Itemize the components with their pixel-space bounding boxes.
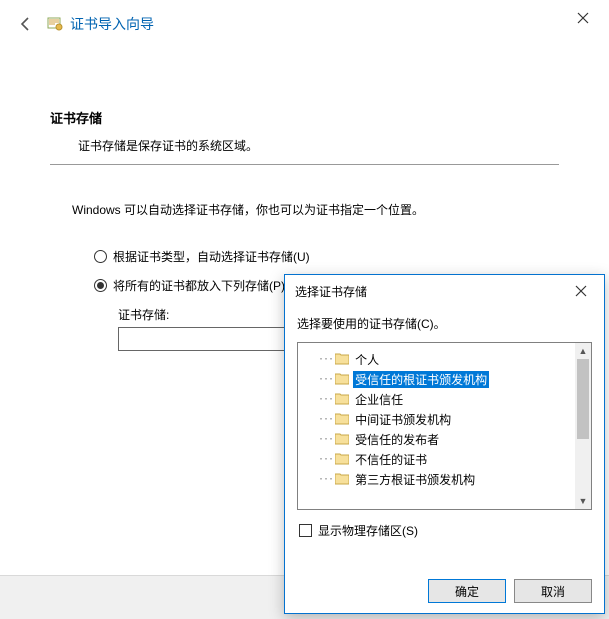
checkbox-icon — [299, 524, 312, 537]
tree-item[interactable]: ··· 受信任的根证书颁发机构 — [304, 369, 591, 389]
tree-item[interactable]: ··· 不信任的证书 — [304, 449, 591, 469]
tree-connector-icon: ··· — [318, 374, 333, 385]
tree-item[interactable]: ··· 受信任的发布者 — [304, 429, 591, 449]
tree-connector-icon: ··· — [318, 414, 333, 425]
instruction-text: Windows 可以自动选择证书存储，你也可以为证书指定一个位置。 — [72, 201, 559, 218]
folder-icon — [335, 393, 349, 405]
folder-icon — [335, 433, 349, 445]
tree-item[interactable]: ··· 个人 — [304, 349, 591, 369]
dialog-title: 选择证书存储 — [285, 275, 604, 307]
section-subtitle: 证书存储是保存证书的系统区域。 — [78, 137, 559, 154]
scroll-up-icon[interactable]: ▲ — [575, 343, 591, 359]
tree-connector-icon: ··· — [318, 474, 333, 485]
tree-item-label: 中间证书颁发机构 — [353, 411, 453, 428]
wizard-title: 证书导入向导 — [70, 14, 154, 34]
tree-item-label: 受信任的发布者 — [353, 431, 441, 448]
tree-connector-icon: ··· — [318, 454, 333, 465]
store-tree[interactable]: ···个人···受信任的根证书颁发机构···企业信任···中间证书颁发机构···… — [297, 342, 592, 510]
tree-item[interactable]: ··· 企业信任 — [304, 389, 591, 409]
certificate-icon — [46, 15, 64, 33]
radio-icon — [94, 279, 107, 292]
wizard-close-button[interactable] — [567, 6, 599, 30]
tree-item-label: 第三方根证书颁发机构 — [353, 471, 477, 488]
tree-item[interactable]: ··· 中间证书颁发机构 — [304, 409, 591, 429]
tree-connector-icon: ··· — [318, 354, 333, 365]
checkbox-label: 显示物理存储区(S) — [318, 522, 418, 539]
tree-connector-icon: ··· — [318, 434, 333, 445]
ok-button[interactable]: 确定 — [428, 579, 506, 603]
section-title: 证书存储 — [50, 108, 559, 127]
tree-item-label: 不信任的证书 — [353, 451, 429, 468]
radio-icon — [94, 250, 107, 263]
tree-connector-icon: ··· — [318, 394, 333, 405]
tree-item-label: 个人 — [353, 351, 381, 368]
folder-icon — [335, 353, 349, 365]
dialog-footer: 确定 取消 — [285, 569, 604, 613]
wizard-header: 证书导入向导 — [0, 0, 609, 48]
tree-item-label: 受信任的根证书颁发机构 — [353, 371, 489, 388]
scroll-thumb[interactable] — [577, 359, 589, 439]
folder-icon — [335, 413, 349, 425]
scrollbar[interactable]: ▲ ▼ — [575, 343, 591, 509]
back-arrow-icon[interactable] — [12, 10, 40, 38]
folder-icon — [335, 453, 349, 465]
store-field-input[interactable] — [118, 327, 298, 351]
dialog-close-button[interactable] — [564, 278, 598, 304]
tree-item[interactable]: ··· 第三方根证书颁发机构 — [304, 469, 591, 489]
dialog-cancel-button[interactable]: 取消 — [514, 579, 592, 603]
radio-label: 将所有的证书都放入下列存储(P) — [113, 277, 285, 294]
scroll-track[interactable] — [575, 359, 591, 493]
folder-icon — [335, 473, 349, 485]
radio-auto-select[interactable]: 根据证书类型，自动选择证书存储(U) — [94, 248, 559, 265]
radio-label: 根据证书类型，自动选择证书存储(U) — [113, 248, 310, 265]
folder-icon — [335, 373, 349, 385]
tree-item-label: 企业信任 — [353, 391, 405, 408]
show-physical-checkbox[interactable]: 显示物理存储区(S) — [299, 522, 592, 539]
select-store-dialog: 选择证书存储 选择要使用的证书存储(C)。 ··· 个人 ··· 受信任的根证书颁发机… — [284, 274, 605, 614]
dialog-instruction: 选择要使用的证书存储(C)。 — [285, 307, 604, 342]
scroll-down-icon[interactable]: ▼ — [575, 493, 591, 509]
divider — [50, 164, 559, 165]
